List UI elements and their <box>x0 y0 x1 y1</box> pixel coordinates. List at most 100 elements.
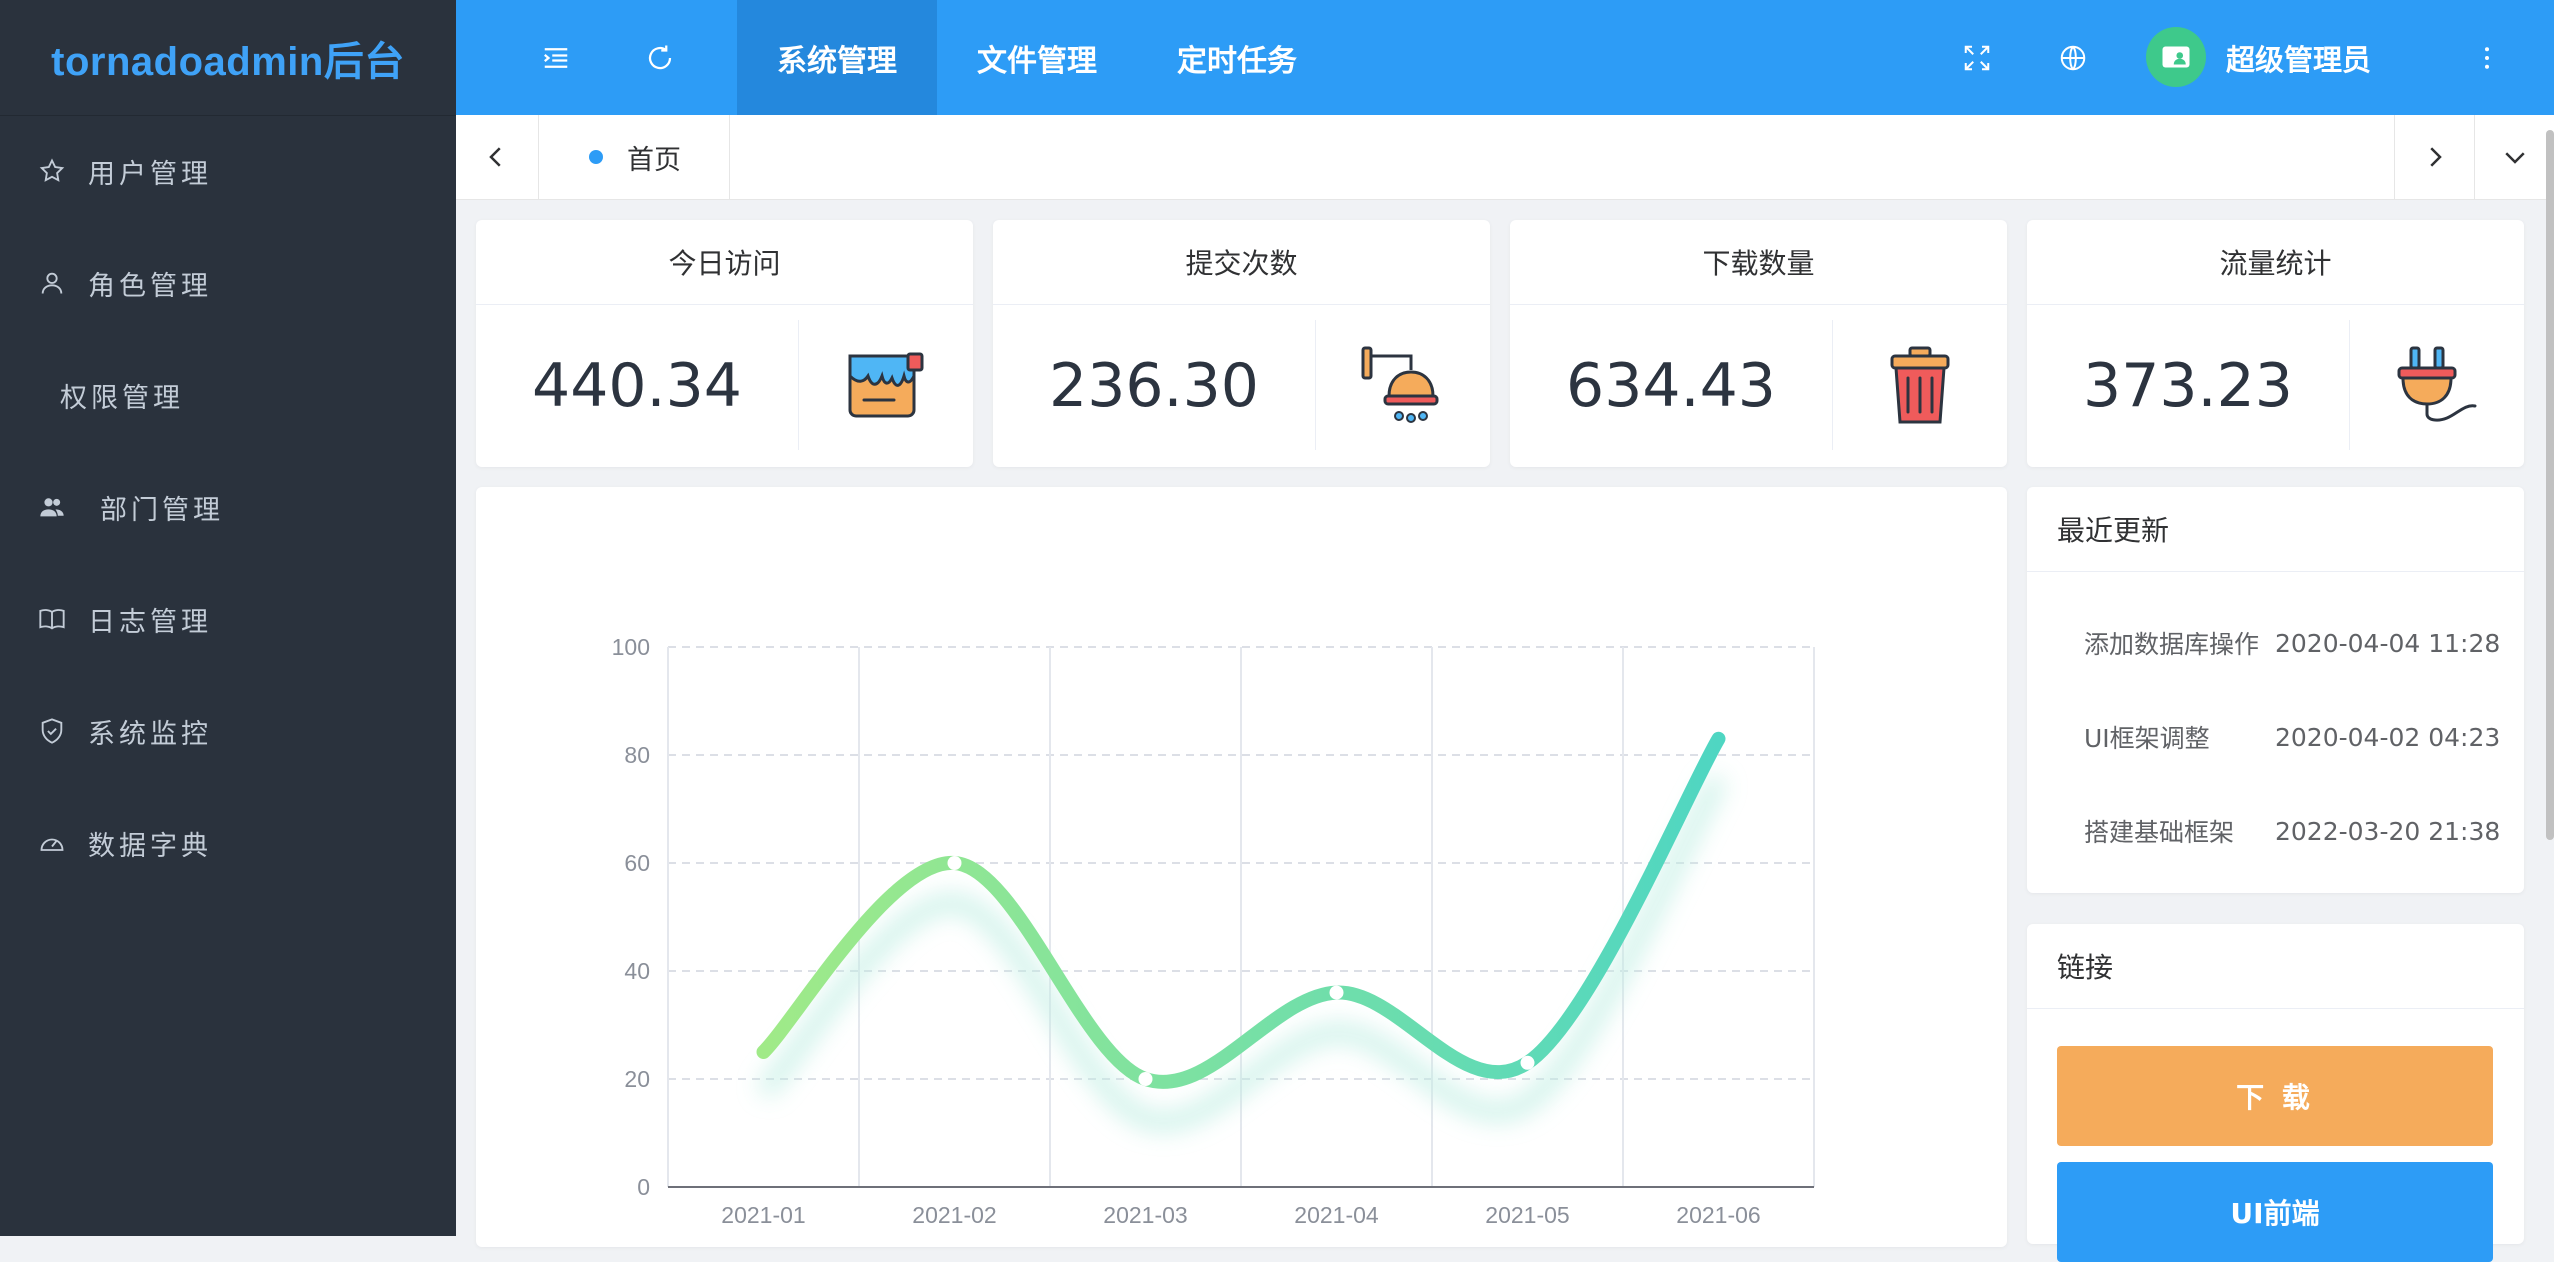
x-tick-label: 2021-06 <box>1676 1202 1760 1228</box>
update-text: 搭建基础框架 <box>2084 818 2235 847</box>
sidebar-item-label: 数据字典 <box>88 830 212 862</box>
tab-system[interactable]: 系统管理 <box>737 0 937 115</box>
fullscreen-button[interactable] <box>1942 0 2012 115</box>
update-text: 添加数据库操作 <box>2084 630 2260 659</box>
globe-icon <box>2060 45 2086 70</box>
tags-scroll-left-button[interactable] <box>456 115 536 199</box>
y-tick-label: 100 <box>612 634 650 660</box>
tab-label: 定时任务 <box>1177 43 1297 79</box>
users-icon <box>36 491 68 523</box>
stat-card-downloads: 下载数量 634.43 <box>1510 220 2007 467</box>
update-text: UI框架调整 <box>2084 724 2210 753</box>
stat-card-visits: 今日访问 440.34 <box>476 220 973 467</box>
sidebar-item-logs[interactable]: 日志管理 <box>0 563 456 675</box>
update-item: 搭建基础框架 2022-03-20 21:38 <box>2084 811 2500 851</box>
panel-title: 最近更新 <box>2057 514 2170 547</box>
tag-label: 首页 <box>627 144 681 176</box>
trash-can-icon <box>1833 304 2007 467</box>
x-tick-label: 2021-01 <box>721 1202 805 1228</box>
tags-scroll-right-button[interactable] <box>2394 115 2475 199</box>
tab-label: 文件管理 <box>977 43 1097 79</box>
stat-value: 634.43 <box>1566 350 1776 421</box>
shower-icon <box>1316 304 1490 467</box>
refresh-icon <box>648 45 672 69</box>
username[interactable]: 超级管理员 <box>2226 0 2371 115</box>
sidebar-item-departments[interactable]: 部门管理 <box>0 451 456 563</box>
sidebar-item-roles[interactable]: 角色管理 <box>0 227 456 339</box>
tags-bar: 首页 <box>456 115 2554 200</box>
language-button[interactable] <box>2038 0 2108 115</box>
stat-title: 今日访问 <box>476 220 973 305</box>
logo[interactable]: tornadoadmin后台 <box>0 0 456 116</box>
sidebar-item-label: 部门管理 <box>100 494 224 526</box>
refresh-button[interactable] <box>620 0 700 115</box>
button-label: UI前端 <box>2230 1197 2320 1230</box>
sidebar-item-label: 用户管理 <box>88 158 212 190</box>
stat-value: 373.23 <box>2083 350 2293 421</box>
update-item: 添加数据库操作 2020-04-04 11:28 <box>2084 623 2500 663</box>
line-chart: 0 20 40 60 80 100 2021-01 2021-02 2021-03 2021-04… <box>612 634 1815 1228</box>
panel-title: 链接 <box>2057 951 2114 984</box>
x-tick-label: 2021-02 <box>912 1202 996 1228</box>
x-tick-label: 2021-05 <box>1485 1202 1569 1228</box>
paint-bucket-icon <box>799 304 973 467</box>
stat-value: 236.30 <box>1049 350 1259 421</box>
chevron-right-icon <box>2430 147 2442 167</box>
chart-card: 0 20 40 60 80 100 2021-01 2021-02 2021-03 2021-04… <box>476 487 2007 1247</box>
sidebar-item-users[interactable]: 用户管理 <box>0 115 456 227</box>
tab-files[interactable]: 文件管理 <box>937 0 1137 115</box>
y-tick-label: 40 <box>624 958 650 984</box>
y-tick-label: 20 <box>624 1066 650 1092</box>
tab-label: 系统管理 <box>777 43 897 79</box>
sidebar-item-label: 角色管理 <box>88 270 212 302</box>
user-icon <box>36 267 68 299</box>
sidebar-item-label: 系统监控 <box>88 718 212 750</box>
x-tick-label: 2021-03 <box>1103 1202 1187 1228</box>
stat-value: 440.34 <box>532 350 742 421</box>
indent-icon <box>544 47 568 68</box>
stat-card-traffic: 流量统计 373.23 <box>2027 220 2524 467</box>
links-panel: 链接 下 载 UI前端 <box>2027 924 2524 1262</box>
plug-icon <box>2350 304 2524 467</box>
book-icon <box>36 603 68 635</box>
star-icon <box>36 155 68 187</box>
tag-home[interactable]: 首页 <box>538 115 730 199</box>
download-button[interactable]: 下 载 <box>2057 1046 2493 1146</box>
top-header: 系统管理 文件管理 定时任务 超级管理员 <box>456 0 2554 115</box>
more-menu-button[interactable] <box>2452 0 2522 115</box>
ui-frontend-button[interactable]: UI前端 <box>2057 1162 2493 1262</box>
sidebar-item-permissions[interactable]: 权限管理 <box>0 339 456 451</box>
update-date: 2020-04-02 04:23 <box>2275 722 2501 752</box>
data-point <box>1329 985 1344 1000</box>
dashboard-icon <box>36 827 68 859</box>
tab-scheduled-tasks[interactable]: 定时任务 <box>1137 0 1337 115</box>
sidebar-item-monitor[interactable]: 系统监控 <box>0 675 456 787</box>
data-point <box>1520 1055 1535 1070</box>
chevron-down-icon <box>2505 152 2525 164</box>
sidebar-item-label: 日志管理 <box>88 606 212 638</box>
sidebar-item-label: 权限管理 <box>60 382 184 414</box>
button-label: 下 载 <box>2236 1081 2314 1114</box>
page-scrollbar[interactable] <box>2546 130 2554 840</box>
stat-title: 提交次数 <box>993 220 1490 305</box>
sidebar: tornadoadmin后台 用户管理 角色管理 权限管理 部门管理 日志管理 … <box>0 0 456 1236</box>
active-dot <box>589 150 603 164</box>
data-point <box>947 856 962 870</box>
x-tick-label: 2021-04 <box>1294 1202 1379 1228</box>
avatar[interactable] <box>2146 27 2206 87</box>
y-tick-label: 60 <box>624 850 650 876</box>
user-avatar-icon <box>2162 46 2190 68</box>
more-vertical-icon <box>2485 46 2489 69</box>
y-tick-label: 80 <box>624 742 650 768</box>
collapse-menu-button[interactable] <box>516 0 596 115</box>
update-item: UI框架调整 2020-04-02 04:23 <box>2084 717 2500 757</box>
update-date: 2020-04-04 11:28 <box>2275 628 2501 658</box>
y-tick-label: 0 <box>637 1174 650 1200</box>
recent-updates-panel: 最近更新 添加数据库操作 2020-04-04 11:28 UI框架调整 202… <box>2027 487 2524 893</box>
stat-title: 流量统计 <box>2027 220 2524 305</box>
stat-title: 下载数量 <box>1510 220 2007 305</box>
shield-icon <box>36 715 68 747</box>
sidebar-item-dictionary[interactable]: 数据字典 <box>0 787 456 899</box>
chevron-left-icon <box>489 147 501 167</box>
tags-menu-button[interactable] <box>2474 115 2554 199</box>
